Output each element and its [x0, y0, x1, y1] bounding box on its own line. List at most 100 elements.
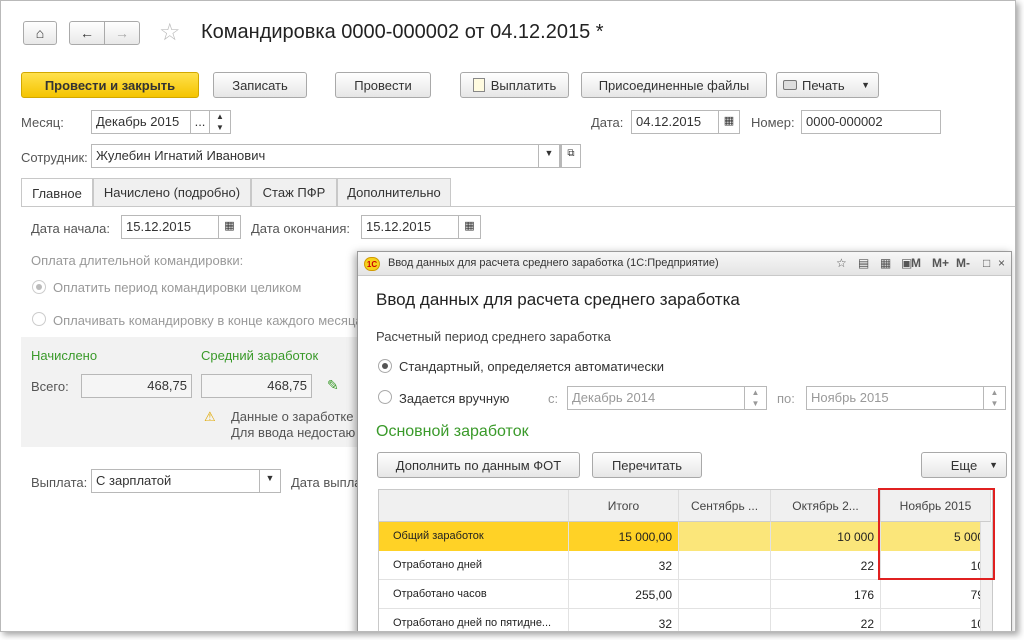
maximize-icon[interactable]: □ — [983, 256, 990, 270]
tab-accrued-detail[interactable]: Начислено (подробно) — [93, 178, 251, 206]
calendar-icon[interactable]: ▦ — [718, 110, 740, 134]
number-value: 0000-000002 — [806, 114, 883, 129]
dialog-window-title: Ввод данных для расчета среднего заработ… — [388, 257, 719, 269]
back-icon[interactable]: ← — [69, 21, 105, 45]
pay-button-label: Выплатить — [490, 77, 557, 93]
row-total: 32 — [569, 609, 679, 631]
number-field[interactable]: 0000-000002 — [801, 110, 941, 134]
table-row[interactable]: Отработано дней по пятидне... 32 22 10 — [379, 609, 992, 631]
manual-period-radio[interactable] — [378, 390, 392, 404]
row-sep — [679, 551, 771, 580]
payout-field[interactable]: С зарплатой — [91, 469, 281, 493]
avg-earnings-field: 468,75 — [201, 374, 312, 398]
forward-icon[interactable]: → — [104, 21, 140, 45]
from-spinner[interactable]: ▲ ▼ — [744, 386, 767, 410]
memory-minus-button[interactable]: M- — [956, 256, 970, 270]
print-button[interactable]: Печать ▼ — [776, 72, 879, 98]
save-button[interactable]: Записать — [213, 72, 307, 98]
more-button[interactable]: Еще ▼ — [921, 452, 1007, 478]
memory-button[interactable]: M — [911, 256, 921, 270]
period-label: Расчетный период среднего заработка — [376, 329, 611, 344]
post-button[interactable]: Провести — [335, 72, 431, 98]
to-field[interactable]: Ноябрь 2015 — [806, 386, 1006, 410]
pay-button[interactable]: Выплатить — [460, 72, 569, 98]
star-icon[interactable]: ☆ — [159, 18, 181, 47]
dialog-titlebar: 1C Ввод данных для расчета среднего зара… — [358, 252, 1011, 276]
row-nov: 79 — [881, 580, 991, 609]
row-total: 15 000,00 — [569, 522, 679, 551]
start-date-label: Дата начала: — [31, 221, 110, 236]
from-field[interactable]: Декабрь 2014 — [567, 386, 767, 410]
start-calendar-icon[interactable]: ▦ — [218, 215, 241, 239]
total-field: 468,75 — [81, 374, 192, 398]
favorite-icon[interactable]: ☆ — [836, 256, 847, 270]
long-trip-label: Оплата длительной командировки: — [31, 253, 244, 268]
pencil-icon[interactable]: ✎ — [327, 377, 339, 394]
row-label: Отработано часов — [379, 580, 569, 609]
table-row[interactable]: Отработано часов 255,00 176 79 — [379, 580, 992, 609]
tab-additional[interactable]: Дополнительно — [337, 178, 451, 206]
employee-dropdown-icon[interactable]: ▼ — [538, 144, 560, 168]
open-icon[interactable]: ⧉ — [561, 144, 581, 168]
employee-field[interactable]: Жулебин Игнатий Иванович — [91, 144, 561, 168]
row-nov: 10 — [881, 609, 991, 631]
standard-period-radio[interactable] — [378, 359, 392, 373]
calculator-icon[interactable]: ▦ — [880, 256, 891, 270]
row-label: Отработано дней по пятидне... — [379, 609, 569, 631]
close-icon[interactable]: × — [998, 256, 1005, 270]
date-label: Дата: — [591, 115, 624, 130]
table-header-oct[interactable]: Октябрь 2... — [771, 490, 881, 522]
attached-files-button[interactable]: Присоединенные файлы — [581, 72, 767, 98]
month-spinner[interactable]: ▲ ▼ — [209, 110, 231, 134]
fill-from-fot-button[interactable]: Дополнить по данным ФОТ — [377, 452, 580, 478]
post-close-button[interactable]: Провести и закрыть — [21, 72, 199, 98]
table-header-total[interactable]: Итого — [569, 490, 679, 522]
reread-button[interactable]: Перечитать — [592, 452, 702, 478]
to-spinner[interactable]: ▲ ▼ — [983, 386, 1006, 410]
payout-dropdown-icon[interactable]: ▼ — [259, 469, 281, 493]
month-label: Месяц: — [21, 115, 64, 130]
from-value: Декабрь 2014 — [572, 390, 656, 405]
row-sep — [679, 609, 771, 631]
employee-value: Жулебин Игнатий Иванович — [96, 148, 266, 163]
highlight-box — [878, 488, 995, 580]
manual-period-label: Задается вручную — [399, 391, 510, 406]
main-earnings-title: Основной заработок — [376, 423, 529, 440]
total-value: 468,75 — [147, 378, 187, 393]
month-choose-button[interactable]: ... — [190, 110, 210, 134]
pay-monthly-radio[interactable] — [32, 312, 46, 326]
number-label: Номер: — [751, 115, 795, 130]
page-title: Командировка 0000-000002 от 04.12.2015 * — [201, 21, 604, 43]
row-oct: 10 000 — [771, 522, 881, 551]
tab-pension-stage[interactable]: Стаж ПФР — [251, 178, 337, 206]
row-oct: 22 — [771, 609, 881, 631]
pay-monthly-label: Оплачивать командировку в конце каждого … — [53, 313, 363, 328]
row-total: 255,00 — [569, 580, 679, 609]
pay-full-radio[interactable] — [32, 280, 46, 294]
to-label: по: — [777, 391, 795, 406]
warning-text-2: Для ввода недостаю — [231, 425, 356, 440]
dialog-heading: Ввод данных для расчета среднего заработ… — [376, 290, 740, 309]
memory-plus-button[interactable]: M+ — [932, 256, 949, 270]
home-icon[interactable]: ⌂ — [23, 21, 57, 45]
row-oct: 22 — [771, 551, 881, 580]
month-value: Декабрь 2015 — [96, 114, 180, 129]
payout-value: С зарплатой — [96, 473, 172, 488]
end-calendar-icon[interactable]: ▦ — [458, 215, 481, 239]
warning-text-1: Данные о заработке к — [231, 409, 363, 424]
payout-label: Выплата: — [31, 475, 88, 490]
tab-main[interactable]: Главное — [21, 178, 93, 207]
table-header-sep[interactable]: Сентябрь ... — [679, 490, 771, 522]
1c-logo-icon: 1C — [364, 257, 380, 271]
warning-icon: ⚠ — [204, 409, 216, 424]
chevron-down-icon: ▼ — [861, 80, 870, 90]
document-icon — [472, 78, 485, 92]
row-sep — [679, 522, 771, 551]
month-field[interactable]: Декабрь 2015 — [91, 110, 191, 134]
row-sep — [679, 580, 771, 609]
printer-icon — [783, 80, 797, 90]
table-icon[interactable]: ▤ — [858, 256, 869, 270]
more-button-label: Еще — [950, 457, 978, 473]
total-label: Всего: — [31, 379, 69, 394]
to-value: Ноябрь 2015 — [811, 390, 889, 405]
